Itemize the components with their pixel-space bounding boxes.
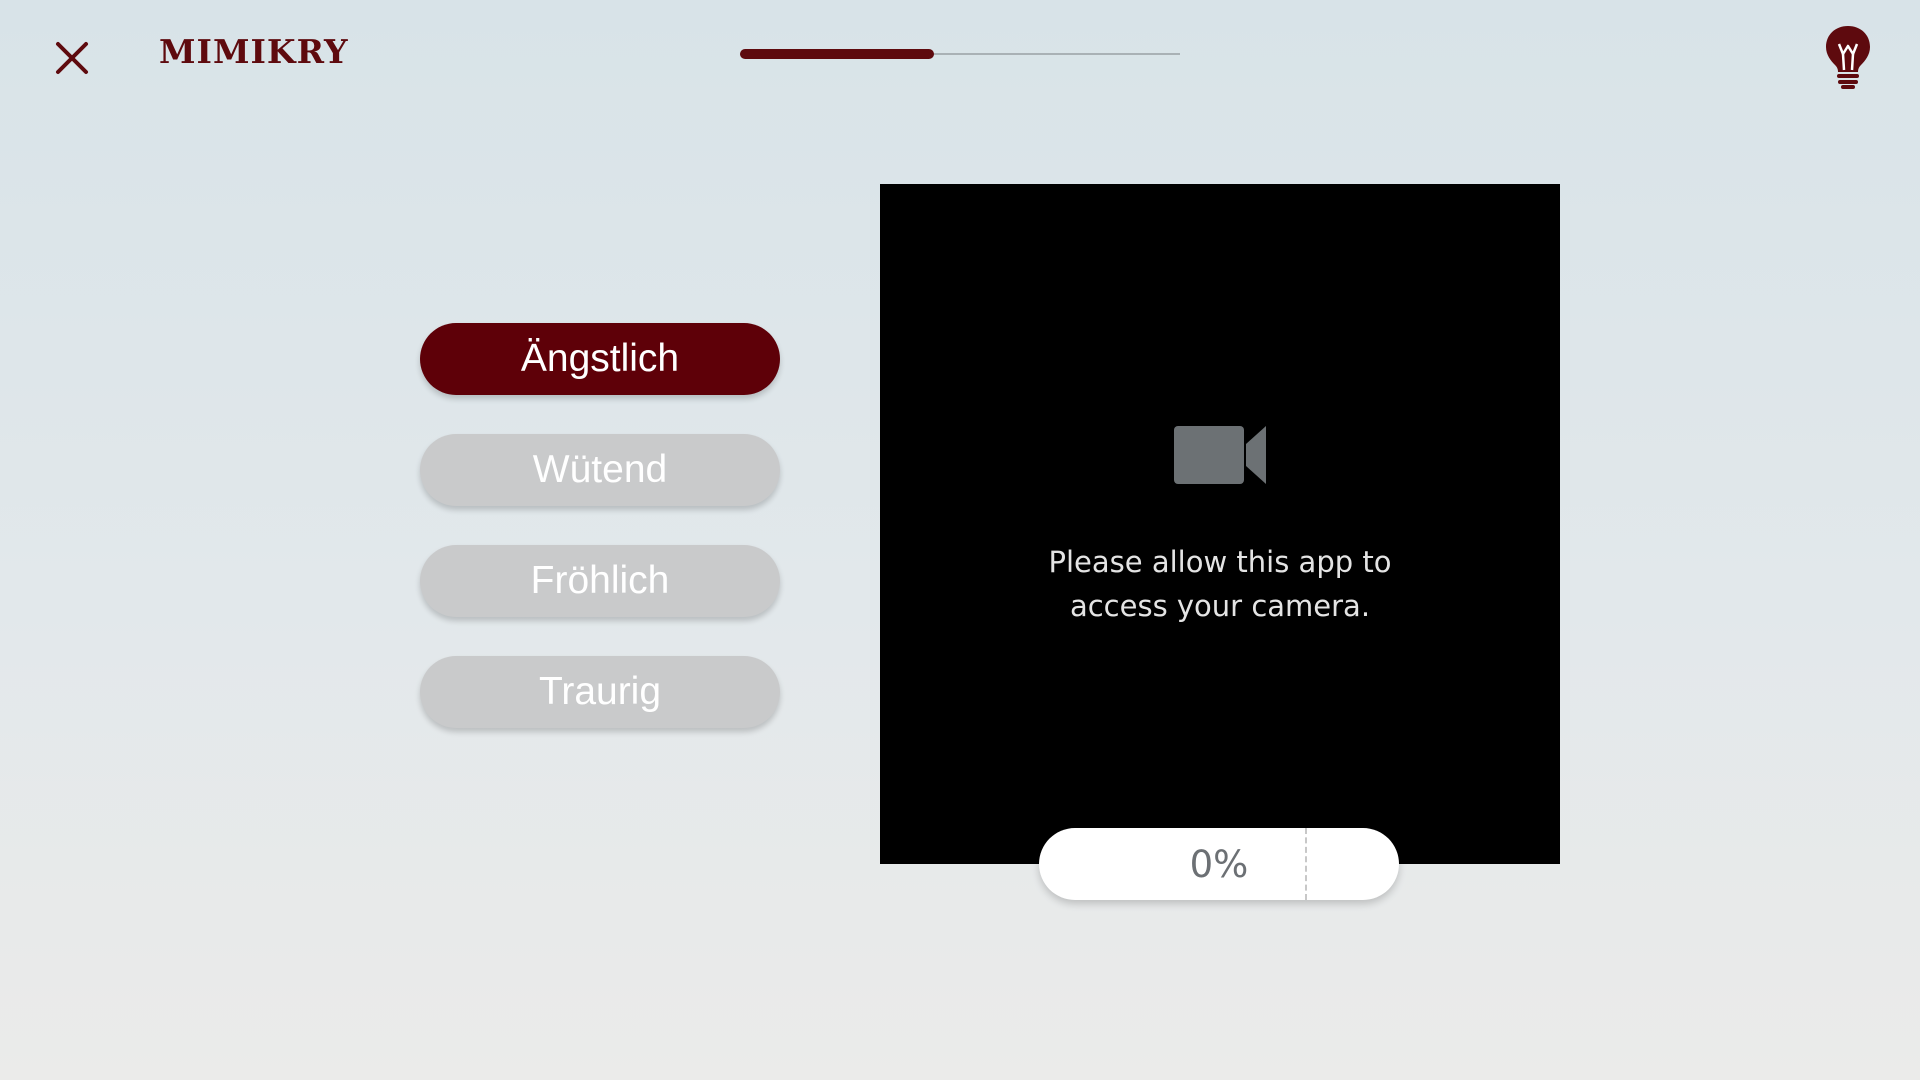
score-threshold-marker [1305,828,1307,900]
emotion-option-angstlich[interactable]: Ängstlich [420,323,780,395]
score-indicator: 0% [1039,828,1399,900]
emotion-option-traurig[interactable]: Traurig [420,656,780,728]
progress-bar [740,49,1180,59]
lightbulb-icon [1826,26,1870,89]
score-value: 0% [1189,842,1249,886]
emotion-option-wutend[interactable]: Wütend [420,434,780,506]
camera-message-line-2: access your camera. [1069,589,1371,623]
video-camera-icon [1174,426,1266,484]
app-title: MIMIKRY [159,32,349,71]
progress-fill [740,49,934,59]
camera-message-line-1: Please allow this app to [1048,545,1392,579]
hint-button[interactable] [1824,24,1872,90]
emotion-option-frohlich[interactable]: Fröhlich [420,545,780,617]
close-icon [56,42,88,74]
close-button[interactable] [52,38,92,78]
camera-permission-message: Please allow this app to access your cam… [970,540,1470,628]
emotion-options: Ängstlich Wütend Fröhlich Traurig [420,323,780,728]
camera-preview: Please allow this app to access your cam… [880,184,1560,864]
